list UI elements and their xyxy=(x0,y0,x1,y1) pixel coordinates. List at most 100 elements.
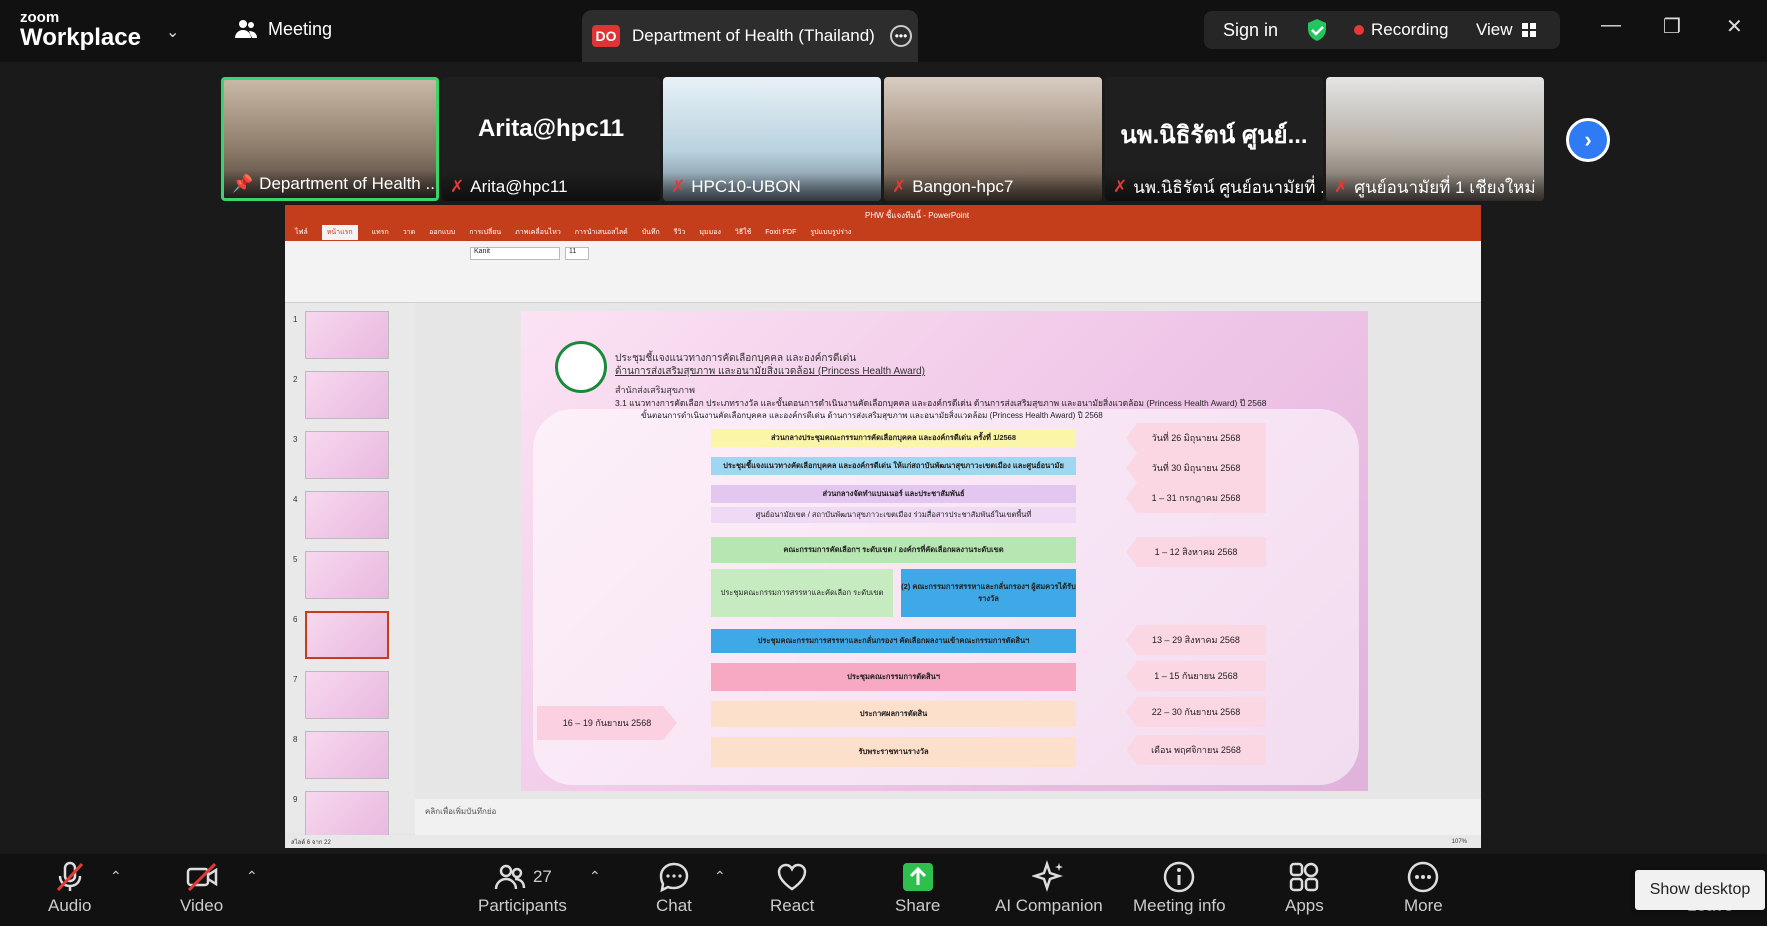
slide-number: 3 xyxy=(293,435,298,444)
more-options-icon[interactable]: ••• xyxy=(890,25,912,47)
muted-mic-icon: ✗ xyxy=(892,177,907,196)
ai-companion-button[interactable]: AI Companion xyxy=(995,860,1103,916)
meeting-info-label: Meeting info xyxy=(1133,896,1226,915)
ppt-title-bar: PHW ชี้แจงทีมนี้ - PowerPoint xyxy=(285,205,1481,223)
date-label: เดือน พฤศจิกายน 2568 xyxy=(1126,735,1266,765)
close-icon[interactable]: ✕ xyxy=(1726,14,1743,39)
participants-label: Participants xyxy=(478,896,567,915)
ppt-tab[interactable]: วิธีใช้ xyxy=(735,227,751,238)
share-tab[interactable]: DO Department of Health (Thailand) I ••• xyxy=(582,10,918,62)
date-label-selected[interactable]: 1 – 12 สิงหาคม 2568 xyxy=(1126,537,1266,567)
slide-number: 8 xyxy=(293,735,298,744)
slide-number: 4 xyxy=(293,495,298,504)
audio-label: Audio xyxy=(48,896,92,915)
participants-button[interactable]: 27 Participants xyxy=(478,860,567,916)
participants-icon xyxy=(494,864,526,890)
ppt-tab[interactable]: ออกแบบ xyxy=(429,227,455,238)
more-button[interactable]: More xyxy=(1404,860,1443,916)
zoom-level[interactable]: 107% xyxy=(1452,839,1467,845)
slide-thumbnail[interactable] xyxy=(305,491,389,539)
ppt-tab[interactable]: รูปแบบรูปร่าง xyxy=(810,227,851,238)
slide-title-line2: ด้านการส่งเสริมสุขภาพ และอนามัยสิ่งแวดล้… xyxy=(615,366,925,377)
share-button[interactable]: Share xyxy=(895,860,940,916)
date-label: 1 – 15 กันยายน 2568 xyxy=(1126,661,1266,691)
video-options-caret-icon[interactable]: ⌃ xyxy=(246,868,258,885)
sharer-badge: DO xyxy=(592,25,620,47)
slide-thumbnail[interactable] xyxy=(305,551,389,599)
flow-step: รับพระราชทานรางวัล xyxy=(711,737,1076,767)
date-label: วันที่ 30 มิถุนายน 2568 xyxy=(1126,453,1266,483)
ppt-tab[interactable]: วาด xyxy=(403,227,415,238)
chat-button[interactable]: Chat xyxy=(656,860,692,916)
slide-canvas[interactable]: ประชุมชี้แจงแนวทางการคัดเลือกบุคคล และอง… xyxy=(521,311,1368,791)
chevron-down-icon[interactable]: ⌄ xyxy=(166,22,179,42)
audio-button[interactable]: Audio xyxy=(48,860,91,916)
ppt-window-title: PHW ชี้แจงทีมนี้ - PowerPoint xyxy=(865,211,970,220)
share-screen-icon xyxy=(902,863,933,891)
font-name-select[interactable]: Kanit xyxy=(470,247,560,260)
participant-name: ✗ Arita@hpc11 xyxy=(442,173,660,201)
slide-number: 7 xyxy=(293,675,298,684)
slide-thumbnail[interactable] xyxy=(305,371,389,419)
chat-options-caret-icon[interactable]: ⌃ xyxy=(714,868,726,885)
ai-companion-label: AI Companion xyxy=(995,896,1103,915)
heart-icon xyxy=(777,863,807,891)
view-label: View xyxy=(1476,20,1513,39)
muted-mic-icon: ✗ xyxy=(1113,177,1128,196)
slide-heading-line: 3.1 แนวทางการคัดเลือก ประเภทรางวัล และขั… xyxy=(615,398,1267,408)
slide-thumbnail[interactable] xyxy=(305,431,389,479)
participant-name: ✗ HPC10-UBON xyxy=(663,173,881,201)
participant-strip: 📌 Department of Health ... Arita@hpc11 ✗ A… xyxy=(221,77,1547,201)
meeting-label: Meeting xyxy=(268,18,333,39)
ppt-tab[interactable]: ไฟล์ xyxy=(295,227,308,238)
flow-step: ศูนย์อนามัยเขต / สถาบันพัฒนาสุขภาวะเขตเม… xyxy=(711,507,1076,523)
participant-tile[interactable]: นพ.นิธิรัตน์ ศูนย์... ✗ นพ.นิธิรัตน์ ศูนย… xyxy=(1105,77,1323,201)
apps-button[interactable]: Apps xyxy=(1285,860,1324,916)
restore-icon[interactable]: ❐ xyxy=(1663,14,1681,39)
react-button[interactable]: React xyxy=(770,860,814,916)
minimize-icon[interactable]: — xyxy=(1601,14,1621,37)
meeting-info-button[interactable]: Meeting info xyxy=(1133,860,1226,916)
muted-mic-icon: ✗ xyxy=(1334,177,1349,196)
participant-tile[interactable]: 📌 Department of Health ... xyxy=(221,77,439,201)
shield-check-icon[interactable] xyxy=(1306,18,1328,47)
participant-tile[interactable]: ✗ ศูนย์อนามัยที่ 1 เชียงใหม่ xyxy=(1326,77,1544,201)
participants-options-caret-icon[interactable]: ⌃ xyxy=(589,868,601,885)
ppt-tab[interactable]: รีวิว xyxy=(674,227,686,238)
flow-step: ประกาศผลการตัดสิน xyxy=(711,701,1076,727)
meeting-button[interactable]: Meeting xyxy=(234,18,332,40)
sign-in-button[interactable]: Sign in xyxy=(1223,20,1278,41)
shared-screen[interactable]: PHW ชี้แจงทีมนี้ - PowerPoint ไฟล์ หน้าแ… xyxy=(285,205,1481,848)
date-label: 13 – 29 สิงหาคม 2568 xyxy=(1126,625,1266,655)
ppt-tab-active[interactable]: หน้าแรก xyxy=(321,224,358,240)
slide-counter: สไลด์ 6 จาก 22 xyxy=(291,839,331,846)
more-icon xyxy=(1408,861,1439,893)
slide-thumbnail[interactable] xyxy=(305,731,389,779)
ppt-tab[interactable]: แทรก xyxy=(372,227,389,238)
participant-tile[interactable]: ✗ HPC10-UBON xyxy=(663,77,881,201)
next-page-button[interactable]: › xyxy=(1566,118,1610,162)
slide-number: 1 xyxy=(293,315,298,324)
slide-thumbnail[interactable] xyxy=(305,791,389,839)
slide-thumbnail[interactable] xyxy=(305,311,389,359)
recording-indicator[interactable]: Recording xyxy=(1354,20,1449,40)
ppt-tab[interactable]: มุมมอง xyxy=(699,227,720,238)
ppt-tab[interactable]: บันทึก xyxy=(642,227,660,238)
ppt-tab[interactable]: Foxit PDF xyxy=(765,229,796,236)
participant-tile[interactable]: Arita@hpc11 ✗ Arita@hpc11 xyxy=(442,77,660,201)
show-desktop-tooltip: Show desktop xyxy=(1635,870,1765,910)
flow-step: ส่วนกลางจัดทำแบนเนอร์ และประชาสัมพันธ์ xyxy=(711,485,1076,503)
ppt-tab[interactable]: การนำเสนอสไลด์ xyxy=(575,227,628,238)
slide-thumbnail[interactable] xyxy=(305,671,389,719)
slide-number: 6 xyxy=(293,615,298,624)
notes-pane[interactable]: คลิกเพื่อเพิ่มบันทึกย่อ xyxy=(415,799,1481,835)
view-button[interactable]: View xyxy=(1476,20,1537,40)
participant-tile[interactable]: ✗ Bangon-hpc7 xyxy=(884,77,1102,201)
share-tab-title: Department of Health (Thailand) I xyxy=(632,26,878,45)
ppt-tab[interactable]: การเปลี่ยน xyxy=(469,227,501,238)
audio-options-caret-icon[interactable]: ⌃ xyxy=(110,868,122,885)
video-button[interactable]: Video xyxy=(180,860,223,916)
ppt-tab[interactable]: ภาพเคลื่อนไหว xyxy=(515,227,561,238)
font-size-select[interactable]: 11 xyxy=(565,247,589,260)
slide-thumbnail-selected[interactable] xyxy=(305,611,389,659)
